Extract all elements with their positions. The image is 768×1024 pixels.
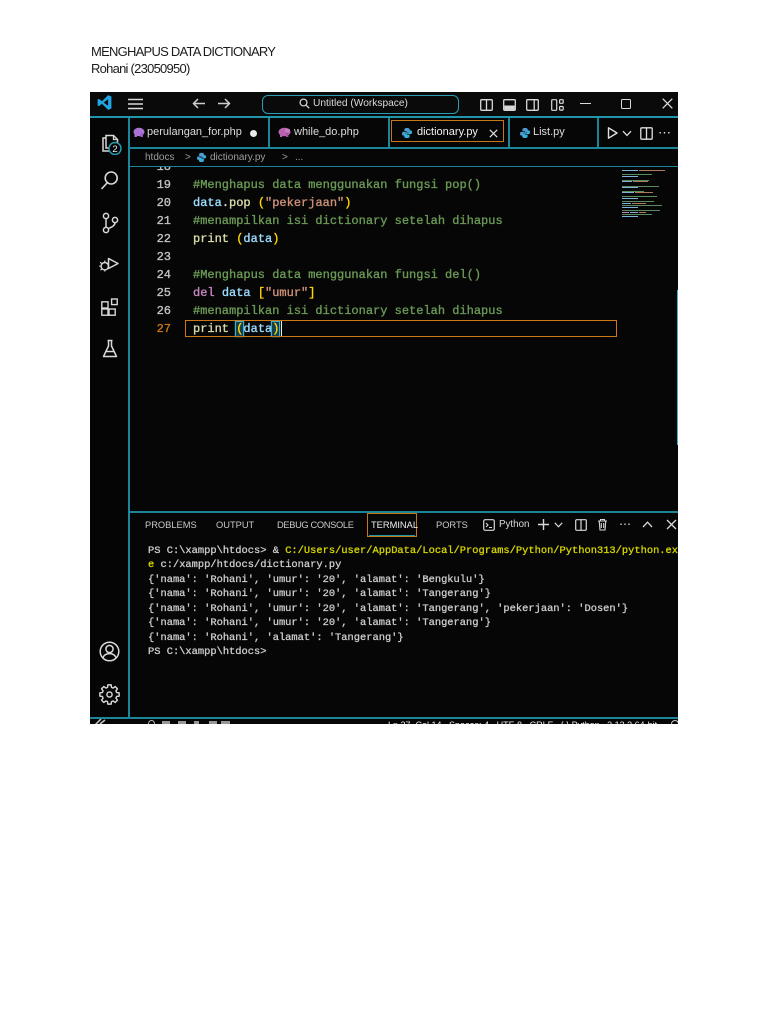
svg-text:2: 2 xyxy=(112,144,117,155)
